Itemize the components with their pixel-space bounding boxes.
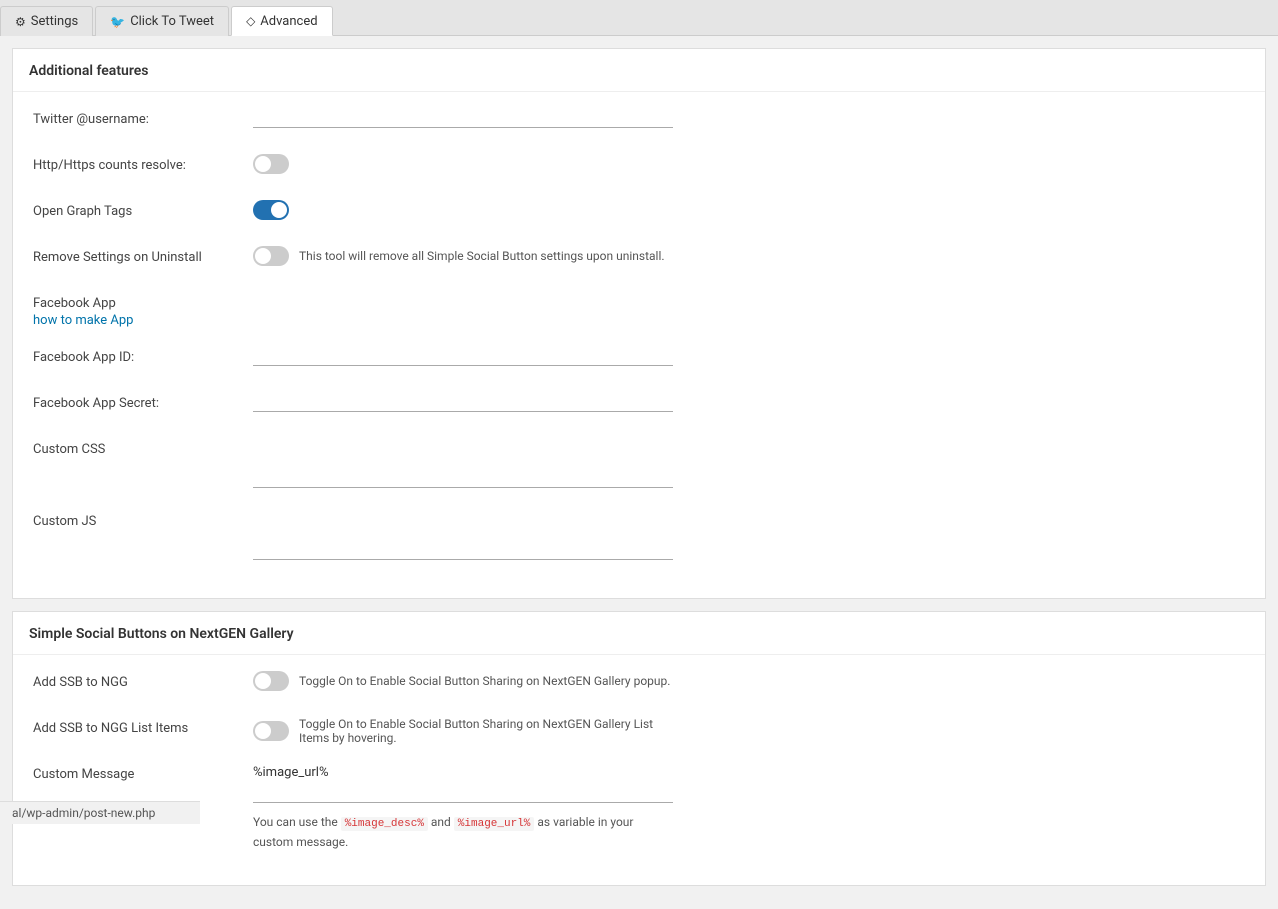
fb-app-row: Facebook App how to make App	[33, 292, 1245, 328]
page-content: Additional features Twitter @username: H…	[0, 36, 1278, 909]
twitter-username-input[interactable]	[253, 108, 673, 128]
open-graph-label: Open Graph Tags	[33, 200, 253, 219]
http-counts-label: Http/Https counts resolve:	[33, 154, 253, 173]
open-graph-slider	[253, 200, 289, 220]
custom-css-row: Custom CSS	[33, 438, 1245, 492]
hint-code1: %image_desc%	[341, 817, 428, 831]
fb-app-id-label: Facebook App ID:	[33, 346, 253, 365]
nextgen-gallery-section: Simple Social Buttons on NextGEN Gallery…	[12, 611, 1266, 886]
custom-js-textarea[interactable]	[253, 510, 673, 560]
tab-settings-label: Settings	[31, 14, 78, 29]
remove-settings-slider	[253, 246, 289, 266]
open-graph-toggle[interactable]	[253, 200, 289, 220]
additional-features-title: Additional features	[13, 49, 1265, 92]
fb-app-secret-input[interactable]	[253, 392, 673, 412]
hint-code2: %image_url%	[454, 817, 535, 831]
tab-bar: ⚙ Settings 🐦 Click To Tweet ◇ Advanced	[0, 0, 1278, 36]
custom-message-textarea[interactable]	[253, 763, 673, 803]
tab-settings[interactable]: ⚙ Settings	[0, 6, 93, 36]
custom-css-control	[253, 438, 673, 492]
http-counts-control	[253, 154, 673, 174]
http-counts-row: Http/Https counts resolve:	[33, 154, 1245, 182]
fb-app-label-col: Facebook App how to make App	[33, 292, 253, 328]
remove-settings-desc: This tool will remove all Simple Social …	[299, 249, 665, 263]
fb-app-secret-control	[253, 392, 673, 412]
additional-features-body: Twitter @username: Http/Https counts res…	[13, 92, 1265, 598]
custom-js-control	[253, 510, 673, 564]
add-ssb-ngg-list-desc: Toggle On to Enable Social Button Sharin…	[299, 717, 673, 745]
fb-app-secret-label: Facebook App Secret:	[33, 392, 253, 411]
remove-settings-control: This tool will remove all Simple Social …	[253, 246, 673, 266]
open-graph-control	[253, 200, 673, 220]
custom-message-hint: You can use the %image_desc% and %image_…	[253, 813, 673, 851]
add-ssb-ngg-desc: Toggle On to Enable Social Button Sharin…	[299, 674, 670, 688]
add-ssb-ngg-list-slider	[253, 721, 289, 741]
add-ssb-ngg-toggle[interactable]	[253, 671, 289, 691]
remove-settings-row: Remove Settings on Uninstall This tool w…	[33, 246, 1245, 274]
status-url: al/wp-admin/post-new.php	[12, 806, 155, 820]
fb-app-label: Facebook App	[33, 296, 253, 311]
twitter-username-control	[253, 108, 673, 128]
custom-css-label: Custom CSS	[33, 438, 253, 457]
add-ssb-ngg-slider	[253, 671, 289, 691]
custom-js-label: Custom JS	[33, 510, 253, 529]
fb-app-secret-row: Facebook App Secret:	[33, 392, 1245, 420]
add-ssb-ngg-list-label: Add SSB to NGG List Items	[33, 717, 253, 736]
fb-app-id-control	[253, 346, 673, 366]
advanced-icon: ◇	[246, 14, 255, 28]
remove-settings-toggle[interactable]	[253, 246, 289, 266]
hint-before: You can use the	[253, 815, 341, 829]
fb-app-link[interactable]: how to make App	[33, 313, 133, 328]
http-counts-toggle[interactable]	[253, 154, 289, 174]
add-ssb-ngg-list-toggle[interactable]	[253, 721, 289, 741]
add-ssb-ngg-label: Add SSB to NGG	[33, 671, 253, 690]
twitter-username-row: Twitter @username:	[33, 108, 1245, 136]
custom-message-label: Custom Message	[33, 763, 253, 782]
settings-icon: ⚙	[15, 15, 26, 29]
custom-js-row: Custom JS	[33, 510, 1245, 564]
add-ssb-ngg-list-row: Add SSB to NGG List Items Toggle On to E…	[33, 717, 1245, 745]
nextgen-gallery-title: Simple Social Buttons on NextGEN Gallery	[13, 612, 1265, 655]
tweet-icon: 🐦	[110, 15, 125, 29]
tab-click-to-tweet-label: Click To Tweet	[130, 14, 214, 29]
status-bar: al/wp-admin/post-new.php	[0, 801, 200, 824]
custom-css-textarea[interactable]	[253, 438, 673, 488]
hint-mid: and	[428, 815, 454, 829]
custom-message-control: You can use the %image_desc% and %image_…	[253, 763, 673, 851]
nextgen-gallery-body: Add SSB to NGG Toggle On to Enable Socia…	[13, 655, 1265, 885]
http-counts-slider	[253, 154, 289, 174]
add-ssb-ngg-list-control: Toggle On to Enable Social Button Sharin…	[253, 717, 673, 745]
add-ssb-ngg-row: Add SSB to NGG Toggle On to Enable Socia…	[33, 671, 1245, 699]
custom-message-row: Custom Message You can use the %image_de…	[33, 763, 1245, 851]
twitter-username-label: Twitter @username:	[33, 108, 253, 127]
add-ssb-ngg-control: Toggle On to Enable Social Button Sharin…	[253, 671, 673, 691]
additional-features-section: Additional features Twitter @username: H…	[12, 48, 1266, 599]
open-graph-row: Open Graph Tags	[33, 200, 1245, 228]
tab-advanced-label: Advanced	[260, 14, 317, 29]
fb-app-id-row: Facebook App ID:	[33, 346, 1245, 374]
tab-click-to-tweet[interactable]: 🐦 Click To Tweet	[95, 6, 229, 36]
tab-advanced[interactable]: ◇ Advanced	[231, 6, 333, 36]
fb-app-id-input[interactable]	[253, 346, 673, 366]
remove-settings-label: Remove Settings on Uninstall	[33, 246, 253, 265]
